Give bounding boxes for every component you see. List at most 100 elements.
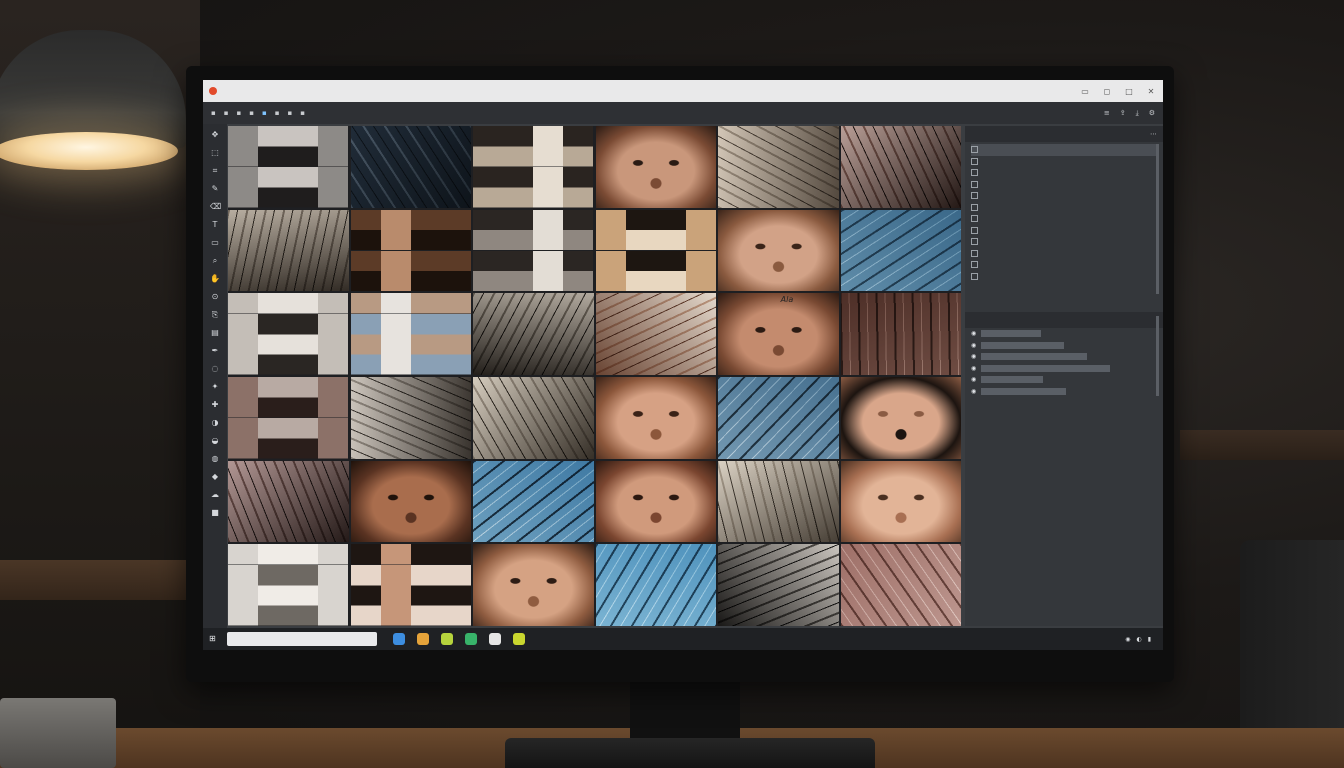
fabric-thumbnail[interactable] (718, 376, 839, 459)
mosaic-thumbnail[interactable] (228, 293, 349, 375)
blur-icon[interactable]: ◍ (210, 454, 220, 464)
toolbar-item[interactable]: ▪ (262, 109, 267, 117)
layer-visibility-icon[interactable] (971, 261, 978, 269)
network-icon[interactable]: ◉ (1125, 636, 1130, 643)
eraser-icon[interactable]: ⌫ (210, 202, 221, 212)
start-icon[interactable]: ⊞ (209, 634, 219, 644)
portrait-thumbnail[interactable] (595, 460, 716, 543)
fabric-thumbnail[interactable] (473, 460, 594, 543)
gradient-icon[interactable]: ▤ (210, 328, 220, 338)
eyedropper-icon[interactable]: ⊙ (210, 292, 220, 302)
eye-icon[interactable]: ◉ (971, 353, 976, 360)
smudge-icon[interactable]: ☁ (210, 490, 220, 500)
toolbar-item[interactable]: ▪ (275, 109, 280, 117)
mosaic-thumbnail[interactable] (473, 126, 594, 208)
mosaic-thumbnail[interactable] (228, 126, 349, 208)
properties-scrollbar[interactable] (1156, 316, 1159, 396)
restore-icon[interactable]: ◻ (1101, 87, 1113, 96)
eye-icon[interactable]: ◉ (971, 376, 976, 383)
property-row[interactable]: ◉ (965, 363, 1163, 375)
sheets-app-icon[interactable] (441, 633, 453, 645)
eye-icon[interactable]: ◉ (971, 342, 976, 349)
panel-menu-icon[interactable]: ⋯ (1150, 130, 1157, 138)
close-icon[interactable]: ✕ (1145, 87, 1157, 96)
volume-icon[interactable]: ◐ (1136, 636, 1141, 643)
property-row[interactable]: ◉ (965, 374, 1163, 386)
minimize-icon[interactable]: ▭ (1079, 87, 1091, 96)
mosaic-thumbnail[interactable] (350, 293, 471, 375)
fabric-thumbnail[interactable] (718, 126, 839, 208)
fabric-thumbnail[interactable] (718, 460, 839, 543)
fabric-thumbnail[interactable] (595, 293, 716, 375)
layer-visibility-icon[interactable] (971, 203, 978, 211)
folder-app-icon[interactable] (417, 633, 429, 645)
mosaic-thumbnail[interactable] (350, 544, 471, 626)
toolbar-item[interactable]: ▪ (300, 109, 305, 117)
layer-visibility-icon[interactable] (971, 146, 978, 154)
layer-item[interactable] (971, 167, 1157, 179)
toolbar-item[interactable]: ▪ (237, 109, 242, 117)
layer-visibility-icon[interactable] (971, 157, 978, 165)
mosaic-thumbnail[interactable] (473, 209, 594, 292)
property-row[interactable]: ◉ (965, 351, 1163, 363)
portrait-thumbnail[interactable] (595, 376, 716, 459)
portrait-thumbnail[interactable] (350, 460, 471, 543)
fabric-thumbnail[interactable] (228, 460, 349, 543)
chat-app-icon[interactable] (465, 633, 477, 645)
settings-icon[interactable]: ⚙ (1149, 109, 1155, 118)
lasso-icon[interactable]: ◌ (210, 364, 220, 374)
layer-visibility-icon[interactable] (971, 192, 978, 200)
clone-icon[interactable]: ⎘ (210, 310, 220, 320)
maximize-icon[interactable]: □ (1123, 87, 1135, 96)
layer-item[interactable] (971, 225, 1157, 237)
portrait-thumbnail[interactable] (595, 126, 716, 208)
fabric-thumbnail[interactable] (350, 376, 471, 459)
dodge-icon[interactable]: ◑ (210, 418, 220, 428)
layer-item[interactable] (971, 248, 1157, 260)
portrait-thumbnail[interactable] (718, 209, 839, 292)
toolbar-item[interactable]: ▪ (249, 109, 254, 117)
eye-icon[interactable]: ◉ (971, 388, 976, 395)
eye-icon[interactable]: ◉ (971, 365, 976, 372)
portrait-thumbnail[interactable] (840, 460, 961, 543)
layer-item[interactable] (971, 213, 1157, 225)
portrait-thumbnail[interactable] (473, 544, 594, 626)
fabric-thumbnail[interactable] (840, 544, 961, 626)
fabric-thumbnail[interactable] (473, 293, 594, 375)
browser-app-icon[interactable] (513, 633, 525, 645)
layer-visibility-icon[interactable] (971, 272, 978, 280)
fabric-thumbnail[interactable] (228, 209, 349, 292)
fabric-thumbnail[interactable] (718, 544, 839, 626)
hand-icon[interactable]: ✋ (210, 274, 220, 284)
layer-visibility-icon[interactable] (971, 249, 978, 257)
export-icon[interactable]: ⤓ (1136, 109, 1139, 118)
layer-item[interactable] (971, 144, 1157, 156)
toolbar-item[interactable]: ▪ (224, 109, 229, 117)
zoom-icon[interactable]: ⌕ (210, 256, 220, 266)
layer-visibility-icon[interactable] (971, 169, 978, 177)
toolbar-item[interactable]: ▪ (211, 109, 216, 117)
battery-icon[interactable]: ▮ (1148, 636, 1151, 643)
burn-icon[interactable]: ◒ (210, 436, 220, 446)
taskbar-search[interactable] (227, 632, 377, 646)
mosaic-thumbnail[interactable] (350, 209, 471, 292)
layer-item[interactable] (971, 271, 1157, 283)
property-row[interactable]: ◉ (965, 328, 1163, 340)
text-icon[interactable]: T (210, 220, 220, 230)
toolbar-item[interactable]: ▪ (288, 109, 293, 117)
crop-icon[interactable]: ⌗ (210, 166, 220, 176)
fabric-thumbnail[interactable] (350, 126, 471, 208)
layer-item[interactable] (971, 202, 1157, 214)
mosaic-thumbnail[interactable] (228, 544, 349, 626)
layer-item[interactable] (971, 156, 1157, 168)
layer-visibility-icon[interactable] (971, 180, 978, 188)
layer-item[interactable] (971, 179, 1157, 191)
property-row[interactable]: ◉ (965, 386, 1163, 398)
layer-visibility-icon[interactable] (971, 238, 978, 246)
layer-item[interactable] (971, 190, 1157, 202)
move-icon[interactable]: ✥ (210, 130, 220, 140)
portrait-thumbnail[interactable] (840, 376, 961, 459)
layer-visibility-icon[interactable] (971, 226, 978, 234)
portrait-thumbnail[interactable]: Ala (718, 293, 839, 375)
fabric-thumbnail[interactable] (473, 376, 594, 459)
